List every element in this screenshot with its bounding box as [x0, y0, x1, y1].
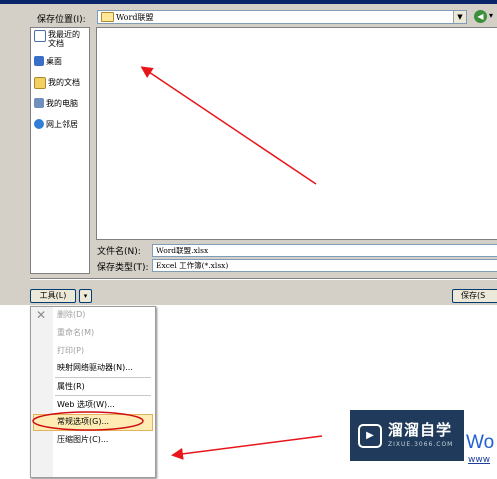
watermark-brand: 溜溜自学: [388, 421, 453, 439]
watermark-partial-text: Wo: [466, 432, 495, 453]
highlight-oval: [32, 411, 144, 431]
watermark-partial-url: www: [468, 455, 491, 465]
annotation-arrow-up: [140, 66, 317, 185]
annotation-arrow-left: [171, 435, 323, 460]
play-icon: ▶: [358, 424, 382, 448]
annotation-layer: [32, 66, 323, 460]
watermark-url: ZIXUE.3066.COM: [388, 441, 454, 448]
watermark-logo: ▶ 溜溜自学 ZIXUE.3066.COM: [350, 410, 464, 461]
